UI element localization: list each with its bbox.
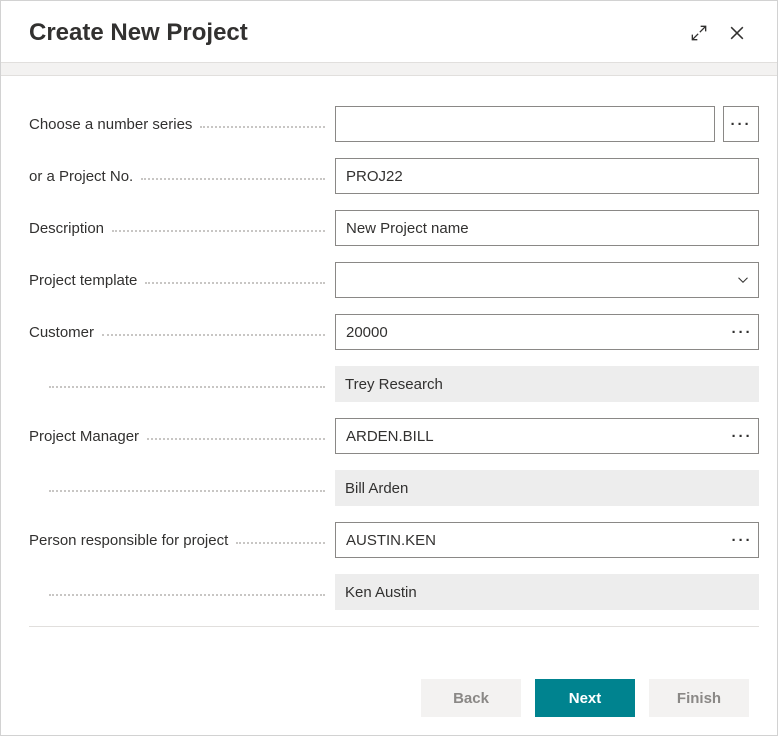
form-scroll-area[interactable]: Choose a number series ··· or a Project … bbox=[1, 76, 777, 663]
ellipsis-icon: ··· bbox=[732, 428, 753, 445]
manager-lookup-button[interactable]: ··· bbox=[726, 419, 758, 453]
next-button[interactable]: Next bbox=[535, 679, 635, 717]
ellipsis-icon: ··· bbox=[732, 324, 753, 341]
row-template: Project template bbox=[29, 262, 759, 298]
number-series-input[interactable] bbox=[335, 106, 715, 142]
customer-name-display: Trey Research bbox=[335, 366, 759, 402]
label-number-series: Choose a number series bbox=[29, 116, 325, 133]
responsible-lookup-button[interactable]: ··· bbox=[726, 523, 758, 557]
responsible-name-display: Ken Austin bbox=[335, 574, 759, 610]
dialog-header: Create New Project bbox=[1, 1, 777, 62]
project-no-input[interactable] bbox=[335, 158, 759, 194]
manager-name-display: Bill Arden bbox=[335, 470, 759, 506]
dotted-leader bbox=[49, 386, 325, 388]
dotted-leader bbox=[200, 126, 325, 128]
manager-input-wrap: ··· bbox=[335, 418, 759, 454]
label-description: Description bbox=[29, 220, 325, 237]
description-input[interactable] bbox=[335, 210, 759, 246]
customer-input[interactable] bbox=[336, 315, 726, 349]
dotted-leader bbox=[147, 438, 325, 440]
label-customer-display bbox=[29, 380, 325, 388]
back-button[interactable]: Back bbox=[421, 679, 521, 717]
label-manager: Project Manager bbox=[29, 428, 325, 445]
row-number-series: Choose a number series ··· bbox=[29, 106, 759, 142]
dotted-leader bbox=[49, 594, 325, 596]
ellipsis-icon: ··· bbox=[731, 116, 752, 133]
label-responsible-display bbox=[29, 588, 325, 596]
ellipsis-icon: ··· bbox=[732, 532, 753, 549]
create-project-dialog: Create New Project Choo bbox=[0, 0, 778, 736]
row-description: Description bbox=[29, 210, 759, 246]
manager-input[interactable] bbox=[336, 419, 726, 453]
row-manager: Project Manager ··· bbox=[29, 418, 759, 454]
template-dropdown[interactable] bbox=[335, 262, 759, 298]
dotted-leader bbox=[236, 542, 325, 544]
row-customer: Customer ··· bbox=[29, 314, 759, 350]
customer-lookup-button[interactable]: ··· bbox=[726, 315, 758, 349]
header-icon-group bbox=[687, 21, 749, 45]
customer-input-wrap: ··· bbox=[335, 314, 759, 350]
row-responsible: Person responsible for project ··· bbox=[29, 522, 759, 558]
wizard-footer: Back Next Finish bbox=[1, 663, 777, 735]
number-series-lookup-button[interactable]: ··· bbox=[723, 106, 759, 142]
responsible-input[interactable] bbox=[336, 523, 726, 557]
expand-icon[interactable] bbox=[687, 21, 711, 45]
finish-button[interactable]: Finish bbox=[649, 679, 749, 717]
dotted-leader bbox=[112, 230, 325, 232]
dotted-leader bbox=[102, 334, 325, 336]
row-manager-display: Bill Arden bbox=[29, 470, 759, 506]
form-bottom-divider bbox=[29, 626, 759, 627]
dotted-leader bbox=[49, 490, 325, 492]
label-responsible: Person responsible for project bbox=[29, 532, 325, 549]
label-customer: Customer bbox=[29, 324, 325, 341]
dotted-leader bbox=[145, 282, 325, 284]
label-manager-display bbox=[29, 484, 325, 492]
row-responsible-display: Ken Austin bbox=[29, 574, 759, 610]
row-project-no: or a Project No. bbox=[29, 158, 759, 194]
label-project-no: or a Project No. bbox=[29, 168, 325, 185]
label-template: Project template bbox=[29, 272, 325, 289]
dotted-leader bbox=[141, 178, 325, 180]
dialog-title: Create New Project bbox=[29, 19, 687, 47]
close-icon[interactable] bbox=[725, 21, 749, 45]
section-divider-band bbox=[1, 62, 777, 76]
chevron-down-icon bbox=[734, 271, 752, 289]
row-customer-display: Trey Research bbox=[29, 366, 759, 402]
responsible-input-wrap: ··· bbox=[335, 522, 759, 558]
